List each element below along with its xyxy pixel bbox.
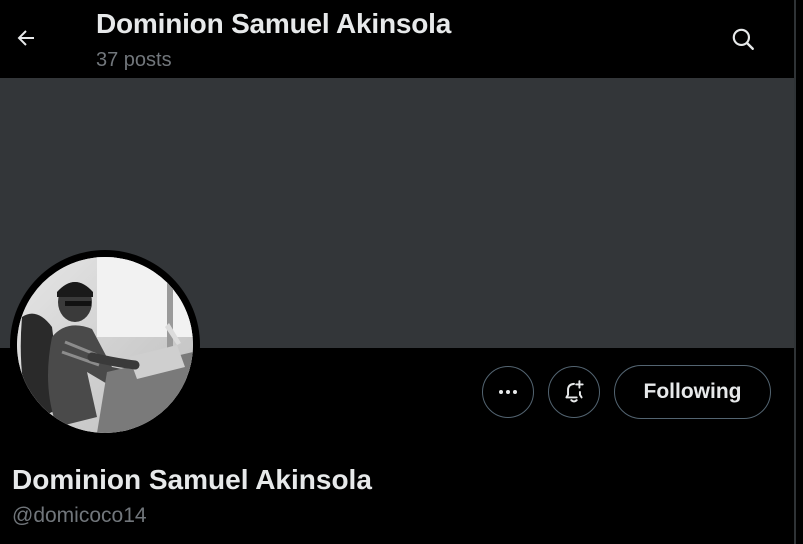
notifications-button[interactable]: [548, 366, 600, 418]
profile-handle: @domicoco14: [12, 504, 147, 527]
following-button[interactable]: Following: [614, 365, 771, 419]
more-button[interactable]: [482, 366, 534, 418]
back-button[interactable]: [8, 20, 44, 56]
scrollbar-divider: [794, 0, 796, 544]
arrow-left-icon: [17, 30, 34, 46]
post-count: 37 posts: [96, 49, 172, 71]
profile-header: Dominion Samuel Akinsola 37 posts: [0, 0, 794, 78]
search-icon: [732, 28, 754, 50]
profile-page: Dominion Samuel Akinsola 37 posts Follow…: [0, 0, 803, 544]
avatar-photo: [17, 257, 193, 433]
avatar[interactable]: [17, 257, 193, 433]
profile-name: Dominion Samuel Akinsola: [12, 464, 372, 495]
header-title: Dominion Samuel Akinsola: [96, 8, 452, 39]
search-button[interactable]: [724, 20, 762, 58]
more-horizontal-icon: [499, 390, 517, 394]
bell-plus-icon: [565, 380, 584, 403]
